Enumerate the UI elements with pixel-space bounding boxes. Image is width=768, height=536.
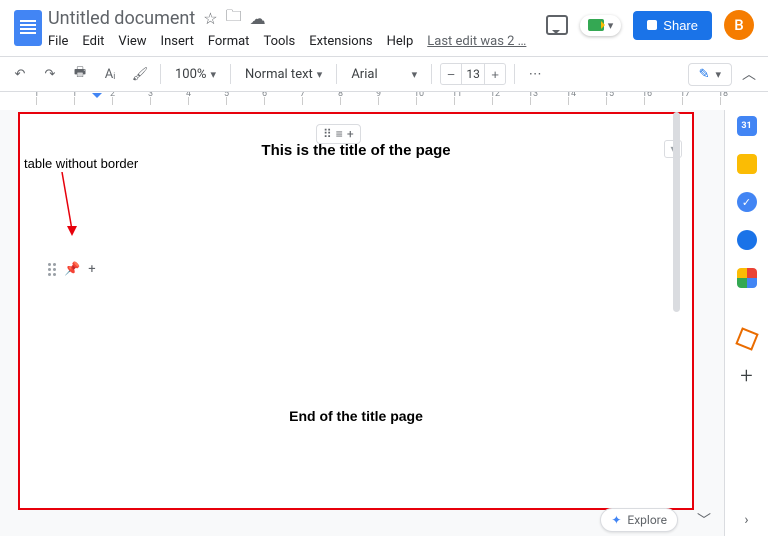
add-row-icon[interactable]: + — [88, 262, 95, 277]
contacts-addon-icon[interactable] — [737, 230, 757, 250]
menu-bar: File Edit View Insert Format Tools Exten… — [48, 30, 546, 49]
pin-icon[interactable]: 📌 — [64, 262, 80, 277]
get-addons-button[interactable]: + — [740, 366, 752, 388]
explore-label: Explore — [627, 513, 667, 527]
addon-icon[interactable] — [735, 327, 758, 350]
horizontal-ruler[interactable]: 1 1 2 3 4 5 6 7 8 9 10 11 12 13 14 15 16… — [0, 92, 768, 110]
explore-button[interactable]: ✦ Explore — [600, 508, 678, 532]
last-edit-link[interactable]: Last edit was 2 … — [427, 34, 526, 49]
chevron-down-icon: ▾ — [715, 68, 721, 81]
comment-history-icon[interactable] — [546, 15, 568, 35]
lock-icon — [647, 20, 657, 30]
undo-button[interactable]: ↶ — [8, 62, 32, 86]
menu-insert[interactable]: Insert — [161, 34, 194, 49]
side-panel: + › — [724, 110, 768, 536]
font-family-select[interactable]: Arial▾ — [345, 62, 423, 86]
explore-spark-icon: ✦ — [611, 513, 621, 527]
share-button[interactable]: Share — [633, 11, 712, 40]
redo-button[interactable]: ↷ — [38, 62, 62, 86]
menu-file[interactable]: File — [48, 34, 68, 49]
annotation-arrow-icon — [54, 172, 84, 242]
font-size-stepper[interactable]: − 13 + — [440, 63, 506, 85]
pencil-icon: ✎ — [699, 67, 710, 82]
doc-title[interactable]: Untitled document — [48, 8, 195, 29]
more-tools-button[interactable]: ⋯ — [523, 62, 547, 86]
align-icon[interactable]: ≡ — [336, 127, 343, 141]
menu-edit[interactable]: Edit — [82, 34, 104, 49]
annotation-label: table without border — [24, 156, 138, 171]
calendar-addon-icon[interactable] — [737, 116, 757, 136]
tasks-addon-icon[interactable] — [737, 192, 757, 212]
menu-help[interactable]: Help — [387, 34, 414, 49]
spellcheck-button[interactable]: Aᵢ — [98, 62, 122, 86]
menu-extensions[interactable]: Extensions — [309, 34, 372, 49]
menu-tools[interactable]: Tools — [263, 34, 295, 49]
maps-addon-icon[interactable] — [737, 268, 757, 288]
cloud-status-icon[interactable]: ☁ — [250, 9, 266, 28]
menu-format[interactable]: Format — [208, 34, 250, 49]
meet-button[interactable]: ▾ — [580, 15, 622, 36]
star-icon[interactable]: ☆ — [203, 9, 217, 28]
zoom-select[interactable]: 100%▾ — [169, 62, 222, 86]
menu-view[interactable]: View — [118, 34, 146, 49]
move-icon[interactable]: 🗀 — [226, 5, 242, 32]
paint-format-button[interactable]: 🖌 — [128, 62, 152, 86]
font-size-decrease[interactable]: − — [441, 64, 461, 84]
toolbar: ↶ ↷ 🖶 Aᵢ 🖌 100%▾ Normal text▾ Arial▾ − 1… — [0, 56, 768, 92]
collapse-toolbar-button[interactable]: ︿ — [738, 64, 760, 84]
add-icon[interactable]: + — [347, 127, 354, 141]
keep-addon-icon[interactable] — [737, 154, 757, 174]
font-size-value[interactable]: 13 — [461, 64, 485, 84]
doc-body-end[interactable]: End of the title page — [20, 408, 692, 424]
editing-mode-button[interactable]: ✎ ▾ — [688, 63, 732, 86]
account-avatar[interactable]: B — [724, 10, 754, 40]
document-canvas[interactable]: ⠿ ≡ + ▾ This is the title of the page ta… — [0, 110, 724, 536]
vertical-scrollbar[interactable] — [673, 112, 680, 312]
print-button[interactable]: 🖶 — [68, 62, 92, 86]
paragraph-style-select[interactable]: Normal text▾ — [239, 62, 328, 86]
docs-app-icon[interactable] — [14, 10, 42, 46]
font-size-increase[interactable]: + — [485, 64, 505, 84]
table-context-toolbar[interactable]: ⠿ ≡ + — [316, 124, 361, 144]
meet-camera-icon — [588, 19, 604, 31]
hide-side-panel-button[interactable]: › — [744, 512, 748, 536]
drag-handle-icon[interactable]: ⠿ — [323, 127, 332, 141]
drag-handle-icon[interactable] — [48, 263, 56, 276]
share-label: Share — [663, 18, 698, 33]
next-page-button[interactable]: ﹀ — [694, 510, 714, 530]
table-floating-handles[interactable]: 📌 + — [48, 262, 96, 277]
page-outline-selection[interactable]: ⠿ ≡ + ▾ This is the title of the page ta… — [18, 112, 694, 510]
